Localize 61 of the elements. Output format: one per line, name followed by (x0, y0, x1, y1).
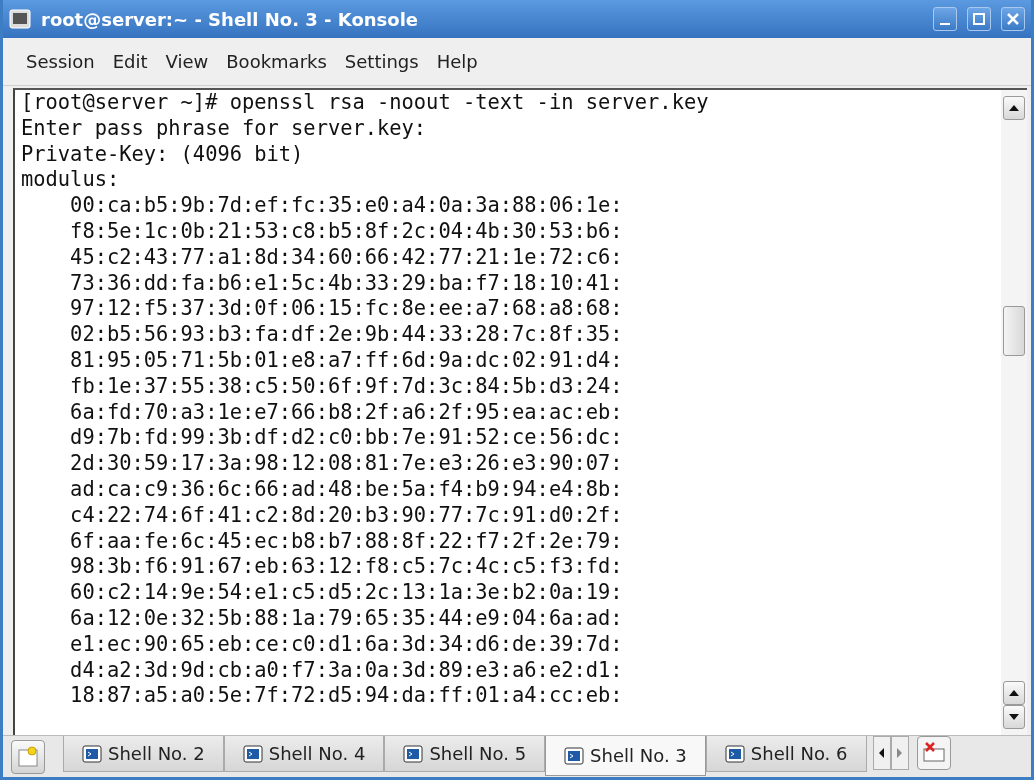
menu-item[interactable]: View (156, 44, 218, 79)
terminal-line: 81:95:05:71:5b:01:e8:a7:ff:6d:9a:dc:02:91:d4: (69, 347, 624, 374)
terminal-line: 02:b5:56:93:b3:fa:df:2e:9b:44:33:28:7c:8f:35: (69, 322, 624, 348)
terminal-line: ad:ca:c9:36:6c:66:ad:48:be:5a:f4:b9:94:e4:8b: (69, 476, 624, 503)
terminal-line: f8:5e:1c:0b:21:53:c8:b5:8f:2c:04:4b:30:53:b6: (69, 219, 624, 245)
tab[interactable]: Shell No. 6 (705, 736, 867, 772)
maximize-icon (971, 11, 987, 27)
new-tab-button[interactable] (11, 740, 45, 774)
tab[interactable]: Shell No. 2 (63, 736, 224, 772)
terminal-line: fb:1e:37:55:38:c5:50:6f:9f:7d:3c:84:5b:d3:24: (69, 373, 624, 400)
right-arrow-icon (897, 748, 902, 758)
up-arrow-icon (1009, 690, 1019, 696)
close-icon (1005, 11, 1021, 27)
close-tab-button[interactable] (916, 736, 951, 770)
terminal-line: d9:7b:fd:99:3b:df:d2:c0:bb:7e:91:52:ce:56:dc: (69, 425, 624, 452)
terminal-line: 45:c2:43:77:a1:8d:34:60:66:42:77:21:1e:72:c6: (69, 244, 624, 271)
terminal-line: 6f:aa:fe:6c:45:ec:b8:b7:88:8f:22:f7:2f:2e:79: (69, 528, 624, 555)
menu-item[interactable]: Session (17, 44, 104, 79)
terminal-line: [root@server ~]# openssl rsa -noout -text -in server.key (21, 90, 710, 116)
terminal-line: 60:c2:14:9e:54:e1:c5:d5:2c:13:1a:3e:b2:0a:19: (69, 580, 624, 606)
window-title: root@server:~ - Shell No. 3 - Konsole (41, 7, 420, 32)
terminal-line: d4:a2:3d:9d:cb:a0:f7:3a:0a:3d:89:e3:a6:e2:d1: (69, 657, 624, 684)
terminal-icon (564, 746, 585, 765)
terminal-line: 98:3b:f6:91:67:eb:63:12:f8:c5:7c:4c:c5:f3:fd: (69, 554, 624, 581)
scroll-left-button[interactable] (872, 736, 891, 770)
menu-item[interactable]: Help (427, 44, 487, 79)
terminal-line: 6a:fd:70:a3:1e:e7:66:b8:2f:a6:2f:95:ea:ac:eb: (69, 399, 624, 426)
terminal-line: 18:87:a5:a0:5e:7f:72:d5:94:da:ff:01:a4:cc:eb: (69, 683, 624, 710)
terminal-icon (724, 744, 745, 763)
menu-item[interactable]: Edit (103, 44, 157, 79)
minimize-icon (940, 23, 950, 25)
scrollbar-thumb[interactable] (1003, 306, 1025, 356)
terminal-icon (9, 9, 31, 29)
tab[interactable]: Shell No. 4 (223, 736, 385, 772)
left-arrow-icon (879, 748, 884, 758)
minimize-button[interactable] (933, 7, 957, 31)
terminal-icon (403, 744, 424, 763)
scrollbar[interactable] (1001, 90, 1027, 735)
terminal-line: 00:ca:b5:9b:7d:ef:fc:35:e0:a4:0a:3a:88:06:1e: (69, 193, 624, 219)
terminal-line: 6a:12:0e:32:5b:88:1a:79:65:35:44:e9:04:6a:ad: (69, 605, 624, 632)
terminal-line: Enter pass phrase for server.key: (21, 115, 428, 142)
scroll-up-button[interactable] (1003, 681, 1025, 705)
terminal-line: 73:36:dd:fa:b6:e1:5c:4b:33:29:ba:f7:18:10:41: (69, 270, 624, 297)
down-arrow-icon (1009, 714, 1019, 720)
terminal-icon (242, 744, 263, 763)
terminal-line: 97:12:f5:37:3d:0f:06:15:fc:8e:ee:a7:68:a8:68: (69, 296, 624, 323)
maximize-button[interactable] (967, 7, 991, 31)
terminal-line: Private-Key: (4096 bit) (21, 141, 305, 168)
menu-item[interactable]: Settings (335, 44, 428, 79)
tab[interactable]: Shell No. 3 (545, 736, 706, 776)
terminal-line: modulus: (21, 167, 121, 194)
tab[interactable]: Shell No. 5 (384, 736, 546, 772)
close-button[interactable] (1001, 7, 1025, 31)
terminal-line: c4:22:74:6f:41:c2:8d:20:b3:90:77:7c:91:d0:2f: (69, 502, 624, 529)
scroll-down-button[interactable] (1003, 705, 1025, 729)
terminal-line: e1:ec:90:65:eb:ce:c0:d1:6a:3d:34:d6:de:39:7d: (69, 631, 624, 658)
up-arrow-icon (1009, 105, 1019, 111)
terminal-line: 2d:30:59:17:3a:98:12:08:81:7e:e3:26:e3:90:07: (69, 451, 624, 477)
terminal-icon (82, 744, 102, 763)
scroll-up-button[interactable] (1003, 96, 1025, 120)
menu-item[interactable]: Bookmarks (217, 44, 336, 79)
